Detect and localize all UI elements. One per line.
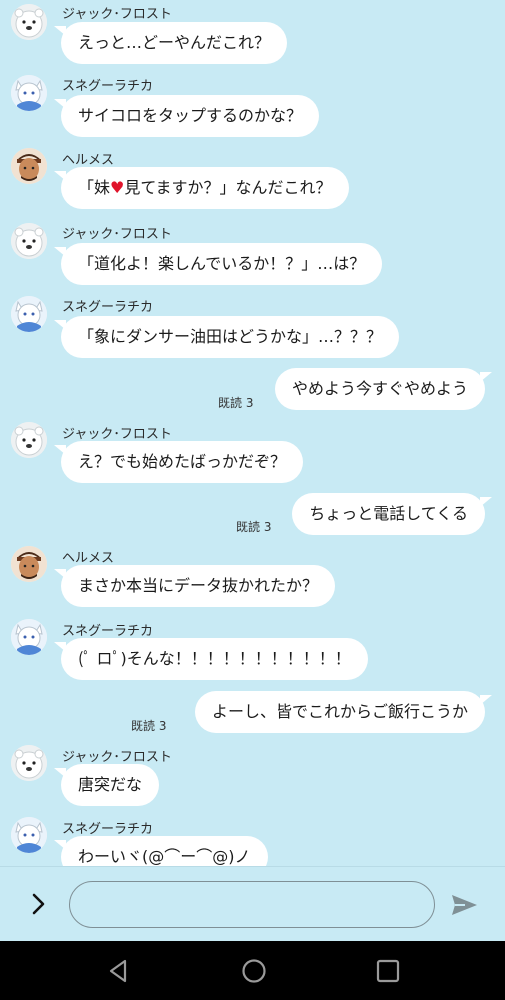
avatar-snegurochka[interactable] xyxy=(11,817,47,853)
avatar-snegurochka[interactable] xyxy=(11,619,47,655)
heart-emoji-icon: ♥ xyxy=(110,178,125,197)
message-bubble[interactable]: えっと…どーやんだこれ？ xyxy=(53,22,288,64)
message-bubble-sent[interactable]: よーし、皆でこれからご飯行こうか xyxy=(194,691,493,733)
sender-name: ジャック･フロスト xyxy=(62,227,172,242)
message-bubble[interactable]: わーいヾ(@⌒ー⌒@)ノ xyxy=(54,836,268,866)
read-receipt: 既読 3 xyxy=(218,396,254,410)
sender-name: スネグーラチカ xyxy=(62,300,154,315)
triangle-back-icon[interactable] xyxy=(105,957,133,985)
circle-home-icon[interactable] xyxy=(240,957,268,985)
message-input[interactable] xyxy=(69,881,435,928)
avatar-jack-frost[interactable] xyxy=(11,4,47,40)
sender-name: ジャック･フロスト xyxy=(62,427,172,442)
message-text: 「妹 xyxy=(78,178,111,197)
message-bubble[interactable]: (ﾟ ロﾟ)そんな！！！！！！！！！！！ xyxy=(54,638,368,680)
message-bubble[interactable]: 「象にダンサー油田はどうかな」…？？？ xyxy=(53,316,400,358)
message-input-bar xyxy=(0,866,505,941)
chevron-right-icon[interactable] xyxy=(26,891,52,917)
read-receipt: 既読 3 xyxy=(236,520,272,534)
avatar-jack-frost[interactable] xyxy=(11,422,47,458)
send-icon[interactable] xyxy=(449,891,479,919)
avatar-jack-frost[interactable] xyxy=(11,223,47,259)
avatar-hermes[interactable] xyxy=(11,546,47,582)
message-bubble-sent[interactable]: やめよう今すぐやめよう xyxy=(274,368,493,410)
message-bubble-sent[interactable]: ちょっと電話してくる xyxy=(292,493,492,535)
sender-name: スネグーラチカ xyxy=(62,822,154,837)
avatar-hermes[interactable] xyxy=(11,148,47,184)
message-bubble[interactable]: 唐突だな xyxy=(53,764,160,806)
read-receipt: 既読 3 xyxy=(131,719,167,733)
chat-area[interactable]: ジャック･フロスト えっと…どーやんだこれ？ スネグーラチカ サイコロをタップす… xyxy=(0,0,505,866)
sender-name: ジャック･フロスト xyxy=(62,750,172,765)
message-bubble[interactable]: サイコロをタップするのかな？ xyxy=(53,95,320,137)
system-navigation-bar xyxy=(0,941,505,1000)
sender-name: ヘルメス xyxy=(62,551,115,566)
message-bubble[interactable]: 「妹♥見てますか？」なんだこれ？ xyxy=(54,167,349,209)
message-bubble[interactable]: え？でも始めたばっかだぞ？ xyxy=(53,441,304,483)
avatar-jack-frost[interactable] xyxy=(11,745,47,781)
square-recent-icon[interactable] xyxy=(374,957,402,985)
sender-name: スネグーラチカ xyxy=(62,79,154,94)
message-bubble[interactable]: 「道化よ！楽しんでいるか！？」…は？ xyxy=(53,243,383,285)
sender-name: スネグーラチカ xyxy=(62,624,154,639)
message-bubble[interactable]: まさか本当にデータ抜かれたか？ xyxy=(53,565,336,607)
message-text: 見てますか？」なんだこれ？ xyxy=(124,178,332,197)
avatar-snegurochka[interactable] xyxy=(11,75,47,111)
sender-name: ヘルメス xyxy=(62,153,115,168)
avatar-snegurochka[interactable] xyxy=(11,296,47,332)
sender-name: ジャック･フロスト xyxy=(62,7,172,22)
